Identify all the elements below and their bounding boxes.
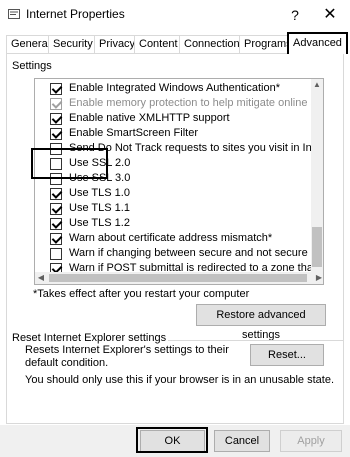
list-item[interactable]: Use TLS 1.0 xyxy=(35,186,323,202)
reset-button[interactable]: Reset... xyxy=(250,344,324,366)
list-item[interactable]: Enable SmartScreen Filter xyxy=(35,126,323,142)
restart-note: *Takes effect after you restart your com… xyxy=(33,288,250,300)
list-item[interactable]: Warn if changing between secure and not … xyxy=(35,246,324,262)
checkbox[interactable] xyxy=(50,233,62,245)
tab-advanced[interactable]: Advanced xyxy=(287,32,348,54)
tab-security[interactable]: Security xyxy=(48,35,98,53)
list-item[interactable]: Use TLS 1.1 xyxy=(35,201,323,217)
item-label: Enable SmartScreen Filter xyxy=(69,127,198,139)
restore-advanced-settings-button[interactable]: Restore advanced settings xyxy=(196,304,326,341)
title-bar: Internet Properties ? ✕ xyxy=(0,0,350,30)
item-label: Use TLS 1.0 xyxy=(69,187,130,199)
horizontal-scroll-thumb[interactable] xyxy=(49,274,307,282)
settings-list[interactable]: Enable Integrated Windows Authentication… xyxy=(34,78,324,285)
checkbox[interactable] xyxy=(50,98,62,110)
item-label: Warn about certificate address mismatch* xyxy=(69,232,273,244)
apply-button[interactable]: Apply xyxy=(280,430,342,452)
item-label: Enable Integrated Windows Authentication… xyxy=(69,82,280,94)
checkbox[interactable] xyxy=(50,248,62,260)
reset-warning: You should only use this if your browser… xyxy=(25,374,334,386)
item-label: Enable native XMLHTTP support xyxy=(69,112,230,124)
vertical-scrollbar[interactable]: ▲ xyxy=(311,79,323,274)
item-label: Use TLS 1.1 xyxy=(69,202,130,214)
tab-content[interactable]: Content xyxy=(134,35,183,53)
item-label: Warn if changing between secure and not … xyxy=(69,247,324,259)
ssl-options-highlight xyxy=(31,148,108,179)
help-button[interactable]: ? xyxy=(283,4,307,26)
list-item[interactable]: Enable native XMLHTTP support xyxy=(35,111,323,127)
checkbox[interactable] xyxy=(50,83,62,95)
checkbox[interactable] xyxy=(50,113,62,125)
scroll-left-icon[interactable]: ◀ xyxy=(35,272,47,284)
checkbox[interactable] xyxy=(50,128,62,140)
group-divider xyxy=(152,340,344,341)
close-button[interactable]: ✕ xyxy=(318,4,342,26)
internet-properties-icon xyxy=(8,9,20,19)
reset-group-label: Reset Internet Explorer settings xyxy=(10,332,169,344)
list-item[interactable]: Warn about certificate address mismatch* xyxy=(35,231,323,247)
checkbox[interactable] xyxy=(50,218,62,230)
item-label: Use TLS 1.2 xyxy=(69,217,130,229)
checkbox[interactable] xyxy=(50,188,62,200)
vertical-scroll-thumb[interactable] xyxy=(312,227,322,267)
scroll-up-icon[interactable]: ▲ xyxy=(311,79,323,91)
ok-button-highlight xyxy=(136,427,208,453)
cancel-button[interactable]: Cancel xyxy=(214,430,270,452)
list-item[interactable]: Use TLS 1.2 xyxy=(35,216,323,232)
list-item[interactable]: Enable Integrated Windows Authentication… xyxy=(35,81,323,97)
reset-description: Resets Internet Explorer's settings to t… xyxy=(25,344,229,369)
checkbox[interactable] xyxy=(50,203,62,215)
window-title: Internet Properties xyxy=(26,7,125,21)
tab-strip: General Security Privacy Content Connect… xyxy=(6,32,348,54)
settings-group-label: Settings xyxy=(10,60,54,72)
item-label: Enable memory protection to help mitigat… xyxy=(69,97,324,109)
horizontal-scrollbar[interactable]: ◀ ▶ xyxy=(35,272,323,284)
list-item[interactable]: Enable memory protection to help mitigat… xyxy=(35,96,324,112)
scroll-right-icon[interactable]: ▶ xyxy=(313,272,323,284)
